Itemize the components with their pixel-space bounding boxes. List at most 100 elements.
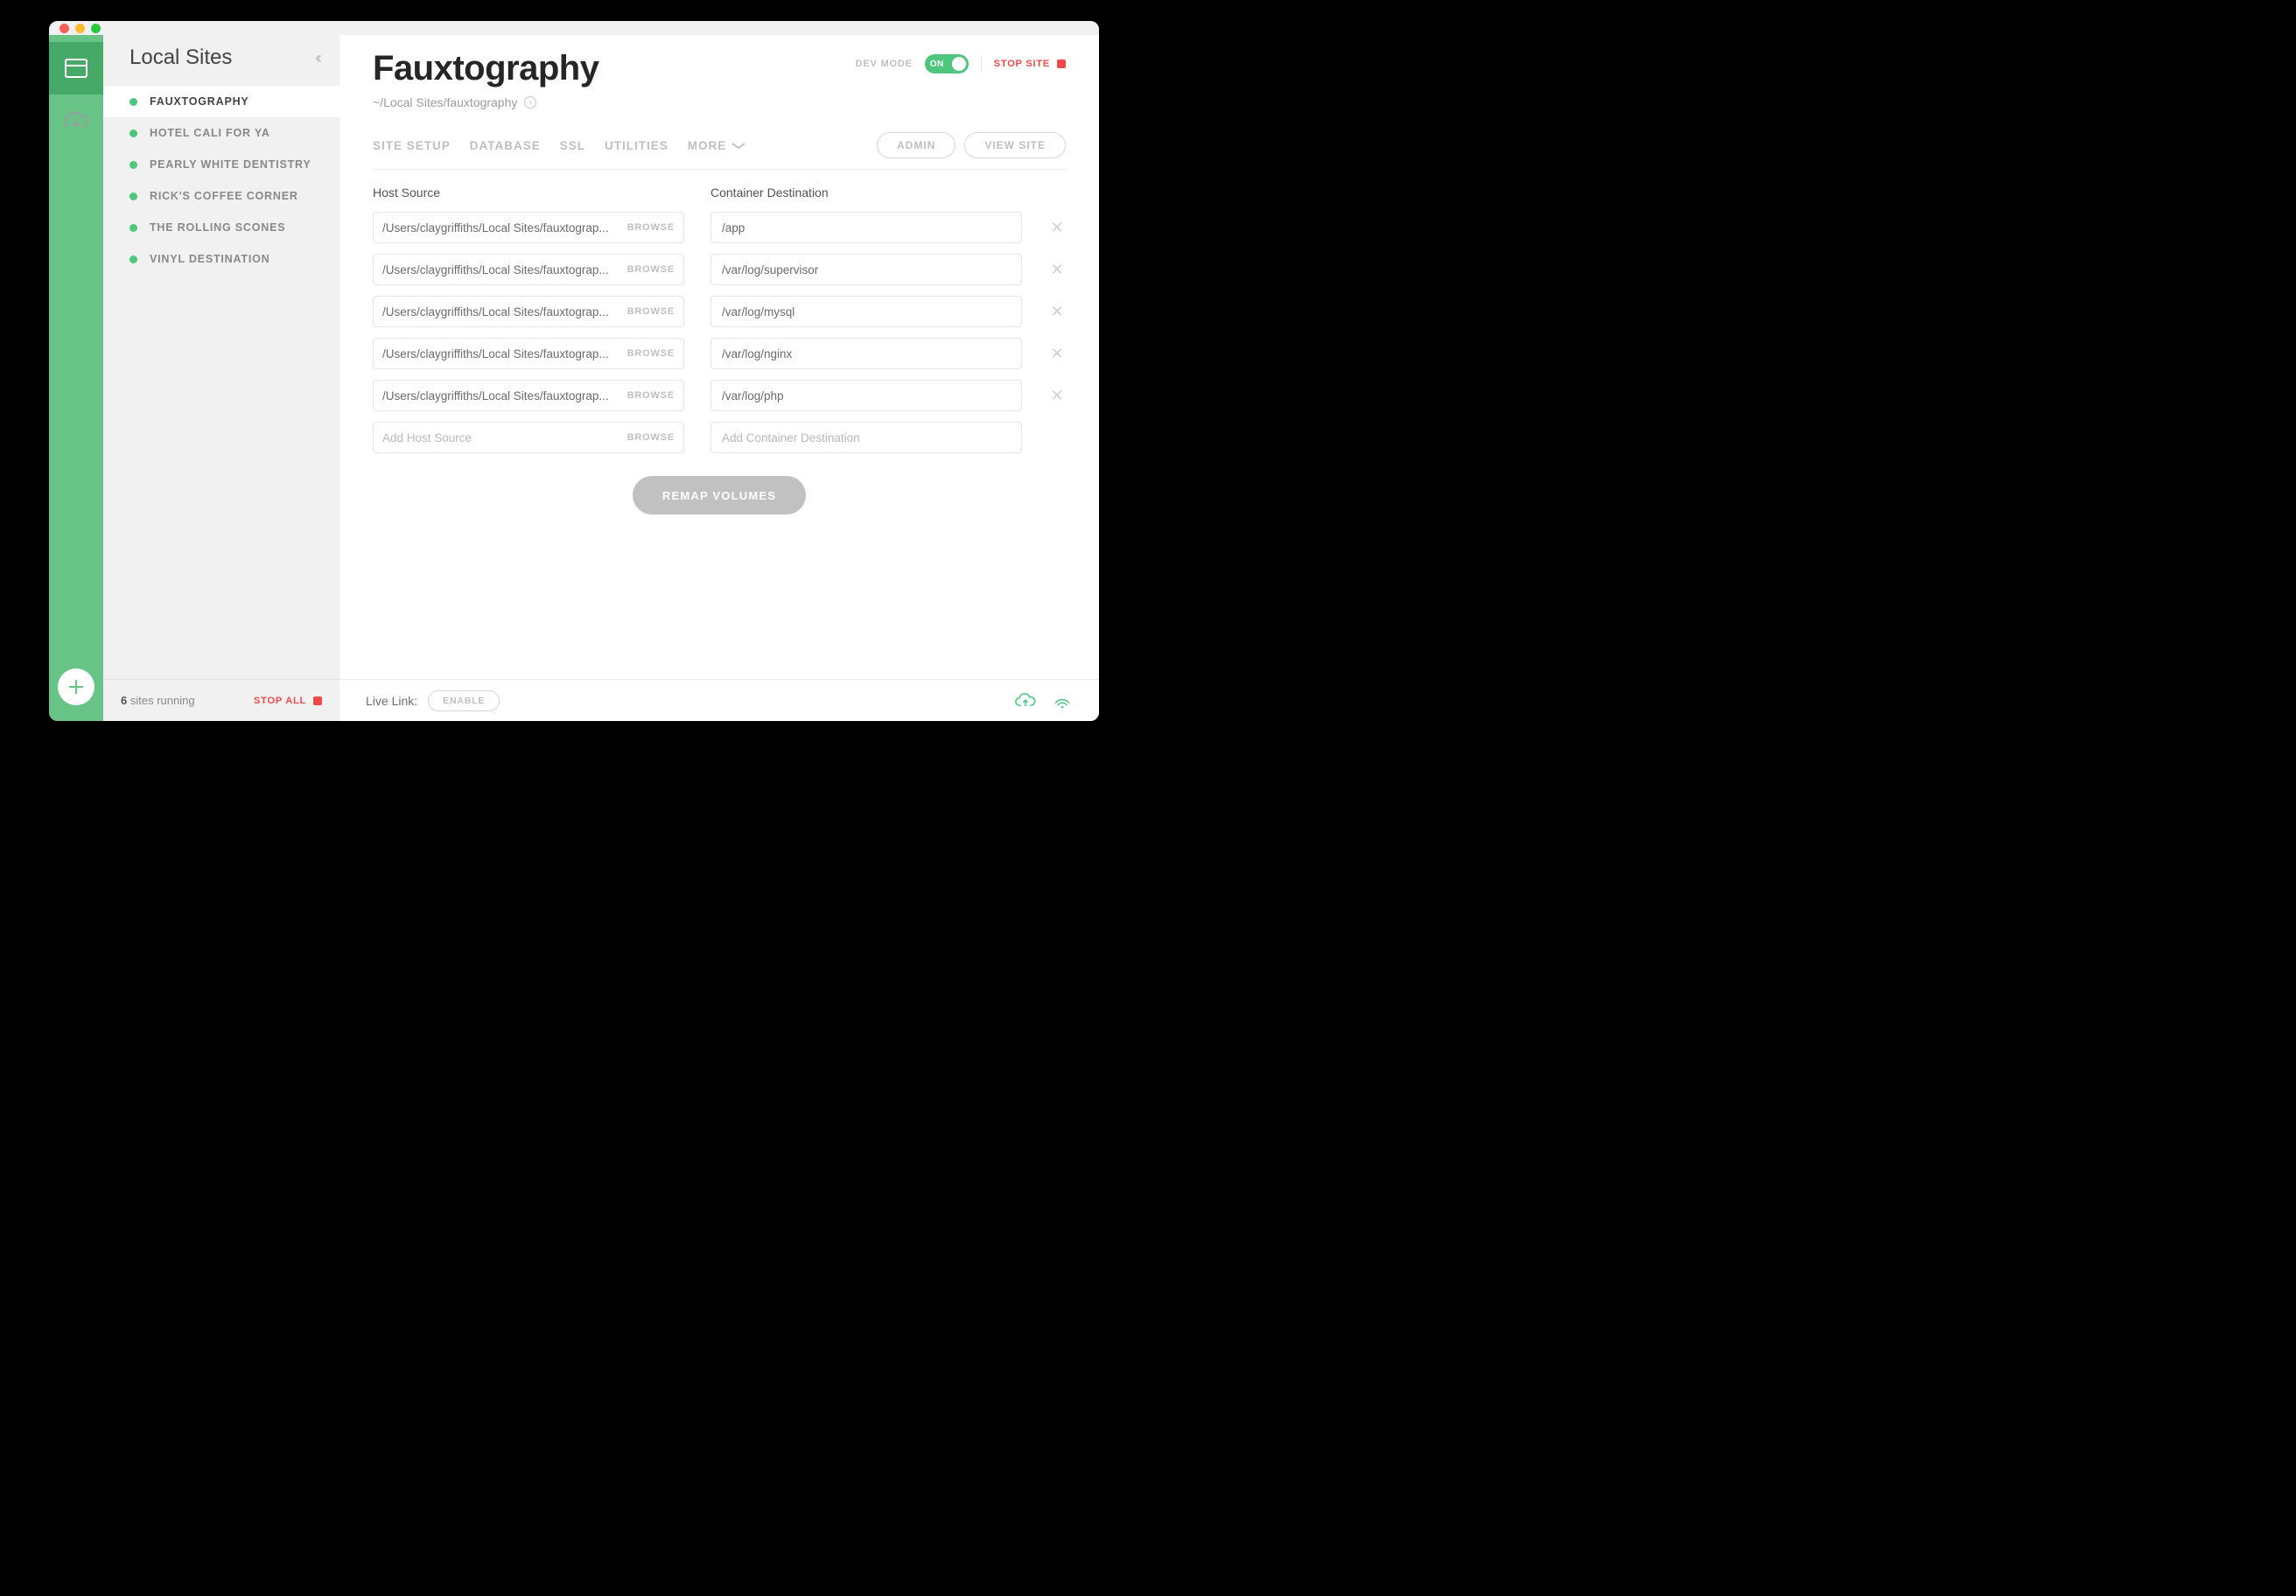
plus-icon: [66, 677, 86, 696]
status-dot-icon: [130, 224, 137, 232]
sidebar-footer: 6 sites running STOP ALL: [103, 679, 340, 721]
tab-ssl[interactable]: SSL: [560, 139, 585, 152]
dest-path-value: /var/log/nginx: [722, 347, 792, 360]
stop-icon: [313, 696, 322, 705]
titlebar: [49, 21, 1099, 35]
browse-button[interactable]: BROWSE: [627, 222, 675, 233]
container-destination-input[interactable]: /app: [710, 212, 1022, 243]
main-panel: Fauxtography DEV MODE ON STOP SITE ~/Loc…: [340, 21, 1099, 721]
status-dot-icon: [130, 256, 137, 263]
host-path-value: /Users/claygriffiths/Local Sites/fauxtog…: [382, 221, 620, 234]
chevron-down-icon: [732, 139, 746, 152]
remove-row-button[interactable]: ✕: [1048, 219, 1066, 237]
site-item-label: FAUXTOGRAPHY: [150, 95, 249, 108]
volume-row: /Users/claygriffiths/Local Sites/fauxtog…: [373, 212, 1066, 243]
host-path-value: /Users/claygriffiths/Local Sites/fauxtog…: [382, 347, 620, 360]
stop-icon: [1057, 60, 1066, 68]
divider: [981, 55, 982, 73]
container-destination-input[interactable]: /var/log/supervisor: [710, 254, 1022, 285]
volume-row-new: Add Host Source BROWSE Add Container Des…: [373, 422, 1066, 453]
browse-button[interactable]: BROWSE: [627, 264, 675, 275]
livelink-enable-button[interactable]: ENABLE: [428, 690, 500, 711]
host-source-input[interactable]: Add Host Source BROWSE: [373, 422, 684, 453]
container-destination-input[interactable]: /var/log/mysql: [710, 296, 1022, 327]
sidebar-site-item[interactable]: PEARLY WHITE DENTISTRY: [103, 149, 340, 180]
site-item-label: THE ROLLING SCONES: [150, 221, 285, 234]
stop-site-button[interactable]: STOP SITE: [994, 59, 1066, 69]
status-dot-icon: [130, 130, 137, 137]
remove-row-button[interactable]: ✕: [1048, 303, 1066, 321]
sidebar-site-item[interactable]: RICK'S COFFEE CORNER: [103, 180, 340, 212]
rail-cloud-button[interactable]: [49, 94, 103, 147]
host-source-input[interactable]: /Users/claygriffiths/Local Sites/fauxtog…: [373, 254, 684, 285]
add-site-button[interactable]: [58, 668, 94, 705]
site-title: Fauxtography: [373, 49, 598, 88]
tab-site-setup[interactable]: SITE SETUP: [373, 139, 451, 152]
view-site-button[interactable]: VIEW SITE: [964, 132, 1066, 158]
volumes-panel: Host Source Container Destination /Users…: [340, 170, 1099, 679]
container-destination-input[interactable]: /var/log/php: [710, 380, 1022, 411]
remove-row-button[interactable]: ✕: [1048, 345, 1066, 363]
dest-path-value: /var/log/supervisor: [722, 263, 818, 276]
app-window: Local Sites ‹‹ FAUXTOGRAPHY HOTEL CALI FO…: [49, 21, 1099, 721]
site-list: FAUXTOGRAPHY HOTEL CALI FOR YA PEARLY WHIT…: [103, 86, 340, 679]
devmode-label: DEV MODE: [856, 59, 913, 69]
dest-path-value: /var/log/php: [722, 389, 784, 402]
host-source-input[interactable]: /Users/claygriffiths/Local Sites/fauxtog…: [373, 338, 684, 369]
sidebar-site-item[interactable]: THE ROLLING SCONES: [103, 212, 340, 243]
site-item-label: RICK'S COFFEE CORNER: [150, 190, 298, 202]
dest-column-header: Container Destination: [710, 186, 829, 200]
site-header: Fauxtography DEV MODE ON STOP SITE ~/Loc…: [340, 21, 1099, 170]
left-rail: [49, 21, 103, 721]
browse-button[interactable]: BROWSE: [627, 306, 675, 317]
cloud-push-icon[interactable]: [1015, 692, 1036, 710]
volume-row: /Users/claygriffiths/Local Sites/fauxtog…: [373, 380, 1066, 411]
host-source-input[interactable]: /Users/claygriffiths/Local Sites/fauxtog…: [373, 212, 684, 243]
remove-row-button[interactable]: ✕: [1048, 261, 1066, 279]
container-destination-input[interactable]: /var/log/nginx: [710, 338, 1022, 369]
sidebar-site-item[interactable]: HOTEL CALI FOR YA: [103, 117, 340, 149]
dest-path-value: /var/log/mysql: [722, 305, 794, 318]
site-item-label: PEARLY WHITE DENTISTRY: [150, 158, 312, 171]
sites-running-count: 6 sites running: [121, 694, 195, 707]
volume-row: /Users/claygriffiths/Local Sites/fauxtog…: [373, 296, 1066, 327]
sidebar: Local Sites ‹‹ FAUXTOGRAPHY HOTEL CALI FO…: [103, 21, 340, 721]
browse-button[interactable]: BROWSE: [627, 390, 675, 401]
rail-sites-button[interactable]: [49, 42, 103, 94]
host-path-value: /Users/claygriffiths/Local Sites/fauxtog…: [382, 389, 620, 402]
stop-all-button[interactable]: STOP ALL: [254, 696, 322, 706]
site-path: ~/Local Sites/fauxtography: [373, 95, 517, 109]
tab-more[interactable]: MORE: [688, 139, 746, 152]
minimize-window-button[interactable]: [75, 24, 85, 33]
host-path-value: /Users/claygriffiths/Local Sites/fauxtog…: [382, 263, 620, 276]
sidebar-title: Local Sites: [130, 46, 232, 70]
reveal-path-button[interactable]: ›: [524, 96, 536, 108]
close-window-button[interactable]: [60, 24, 69, 33]
host-path-value: /Users/claygriffiths/Local Sites/fauxtog…: [382, 305, 620, 318]
sidebar-site-item[interactable]: FAUXTOGRAPHY: [103, 86, 340, 117]
sites-icon: [65, 59, 88, 78]
devmode-toggle[interactable]: ON: [925, 54, 969, 74]
browse-button[interactable]: BROWSE: [627, 348, 675, 359]
status-dot-icon: [130, 98, 137, 106]
site-item-label: HOTEL CALI FOR YA: [150, 127, 270, 139]
sidebar-site-item[interactable]: VINYL DESTINATION: [103, 243, 340, 275]
status-dot-icon: [130, 192, 137, 200]
status-dot-icon: [130, 161, 137, 169]
host-source-input[interactable]: /Users/claygriffiths/Local Sites/fauxtog…: [373, 380, 684, 411]
host-column-header: Host Source: [373, 186, 684, 200]
container-destination-input[interactable]: Add Container Destination: [710, 422, 1022, 453]
admin-button[interactable]: ADMIN: [877, 132, 956, 158]
cloud-broadcast-icon[interactable]: [1052, 692, 1073, 710]
browse-button[interactable]: BROWSE: [627, 432, 675, 443]
site-item-label: VINYL DESTINATION: [150, 253, 270, 265]
volume-row: /Users/claygriffiths/Local Sites/fauxtog…: [373, 338, 1066, 369]
collapse-sidebar-button[interactable]: ‹‹: [315, 49, 318, 67]
remap-volumes-button[interactable]: REMAP VOLUMES: [633, 476, 806, 514]
cloud-download-icon: [64, 111, 88, 130]
tab-utilities[interactable]: UTILITIES: [605, 139, 668, 152]
maximize-window-button[interactable]: [91, 24, 101, 33]
tab-database[interactable]: DATABASE: [470, 139, 541, 152]
host-source-input[interactable]: /Users/claygriffiths/Local Sites/fauxtog…: [373, 296, 684, 327]
remove-row-button[interactable]: ✕: [1048, 387, 1066, 405]
